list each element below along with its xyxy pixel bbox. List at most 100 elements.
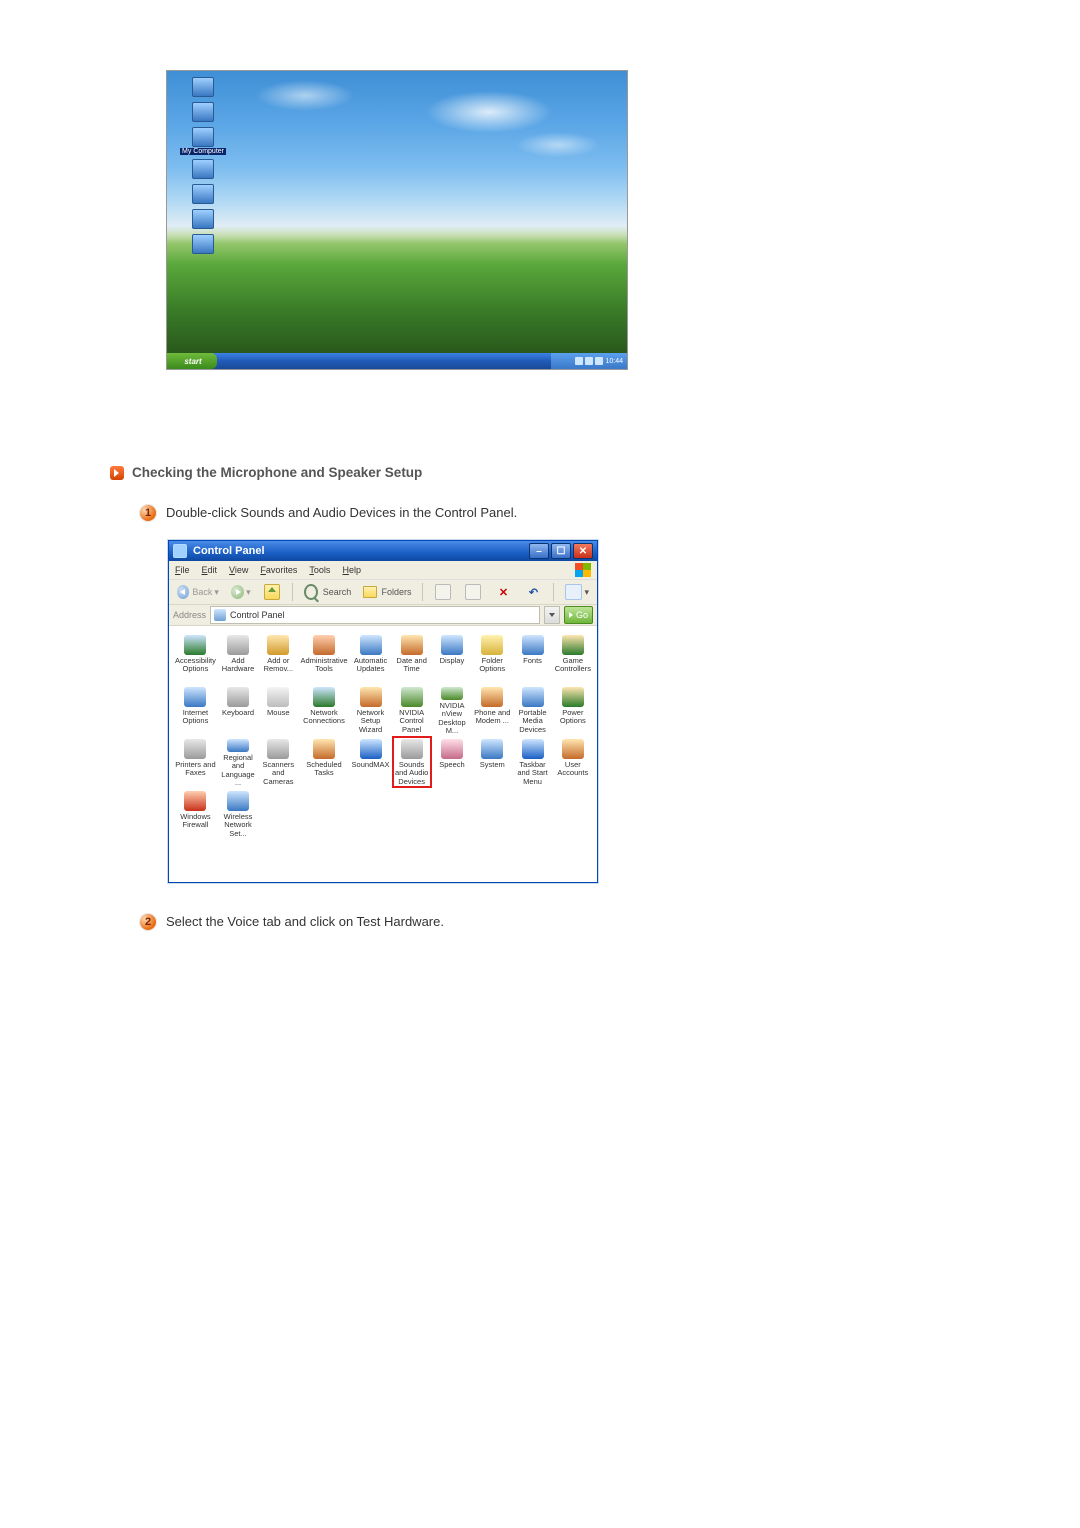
menu-favorites[interactable]: Favorites xyxy=(260,565,297,575)
cp-item-nvidia-nview-desktop-m[interactable]: NVIDIA nView Desktop M... xyxy=(432,684,472,736)
cp-item-portable-media-devices[interactable]: Portable Media Devices xyxy=(512,684,552,736)
desktop-icon[interactable] xyxy=(173,184,233,205)
move-to-icon xyxy=(435,584,451,600)
undo-icon: ↶ xyxy=(529,586,538,599)
cp-item-sounds-and-audio-devices[interactable]: Sounds and Audio Devices xyxy=(392,736,432,788)
cp-item-keyboard[interactable]: Keyboard xyxy=(218,684,258,736)
desktop-icons-column: My Computer xyxy=(173,77,233,255)
cp-item-scheduled-tasks[interactable]: Scheduled Tasks xyxy=(298,736,349,788)
cp-item-system[interactable]: System xyxy=(472,736,512,788)
cp-item-network-setup-wizard[interactable]: Network Setup Wizard xyxy=(350,684,392,736)
cp-item-label: System xyxy=(480,761,505,769)
cp-item-game-controllers[interactable]: Game Controllers xyxy=(553,632,593,684)
taskbar-and-start-menu-icon xyxy=(522,739,544,759)
windows-firewall-icon xyxy=(184,791,206,811)
cp-item-administrative-tools[interactable]: Administrative Tools xyxy=(298,632,349,684)
go-button[interactable]: Go xyxy=(564,606,593,624)
cp-item-taskbar-and-start-menu[interactable]: Taskbar and Start Menu xyxy=(512,736,552,788)
display-icon xyxy=(441,635,463,655)
desktop-icon[interactable] xyxy=(173,102,233,123)
section-bullet-icon xyxy=(110,466,124,480)
desktop-icon-glyph xyxy=(192,234,214,254)
cp-item-label: Mouse xyxy=(267,709,290,717)
cp-item-soundmax[interactable]: SoundMAX xyxy=(350,736,392,788)
cp-item-label: User Accounts xyxy=(555,761,591,778)
move-to-button[interactable] xyxy=(430,583,456,601)
control-panel-icon xyxy=(173,544,187,558)
views-icon xyxy=(565,584,582,600)
cp-item-add-hardware[interactable]: Add Hardware xyxy=(218,632,258,684)
cp-item-label: Date and Time xyxy=(394,657,430,674)
close-button[interactable]: ✕ xyxy=(573,543,593,559)
copy-to-icon xyxy=(465,584,481,600)
cp-item-wireless-network-set[interactable]: Wireless Network Set... xyxy=(218,788,258,840)
game-controllers-icon xyxy=(562,635,584,655)
cp-item-label: Add or Remov... xyxy=(260,657,296,674)
cp-item-add-or-remov[interactable]: Add or Remov... xyxy=(258,632,298,684)
menu-help[interactable]: Help xyxy=(342,565,361,575)
address-label: Address xyxy=(173,610,206,620)
nav-back-button[interactable]: Back ▾ xyxy=(173,583,223,601)
maximize-button[interactable]: ☐ xyxy=(551,543,571,559)
cp-item-fonts[interactable]: Fonts xyxy=(512,632,552,684)
address-dropdown-button[interactable] xyxy=(544,606,560,624)
nvidia-nview-desktop-m-icon xyxy=(441,687,463,700)
wireless-network-set-icon xyxy=(227,791,249,811)
menu-view[interactable]: View xyxy=(229,565,248,575)
cp-item-label: Game Controllers xyxy=(555,657,591,674)
cp-item-regional-and-language[interactable]: Regional and Language ... xyxy=(218,736,258,788)
cp-item-label: Windows Firewall xyxy=(175,813,216,830)
cp-item-label: Folder Options xyxy=(474,657,510,674)
cp-item-date-and-time[interactable]: Date and Time xyxy=(392,632,432,684)
tray-icon xyxy=(575,357,583,365)
menu-file[interactable]: File xyxy=(175,565,190,575)
delete-button[interactable]: ✕ xyxy=(490,583,516,601)
cp-item-accessibility-options[interactable]: Accessibility Options xyxy=(173,632,218,684)
cp-item-windows-firewall[interactable]: Windows Firewall xyxy=(173,788,218,840)
cp-item-automatic-updates[interactable]: Automatic Updates xyxy=(350,632,392,684)
undo-button[interactable]: ↶ xyxy=(520,583,546,601)
nav-forward-button[interactable]: ▾ xyxy=(227,583,255,601)
cp-item-scanners-and-cameras[interactable]: Scanners and Cameras xyxy=(258,736,298,788)
cp-item-label: Sounds and Audio Devices xyxy=(394,761,430,786)
address-field[interactable]: Control Panel xyxy=(210,606,540,624)
views-button[interactable]: ▾ xyxy=(561,583,593,601)
desktop-icon-glyph xyxy=(192,102,214,122)
cp-item-internet-options[interactable]: Internet Options xyxy=(173,684,218,736)
cp-item-mouse[interactable]: Mouse xyxy=(258,684,298,736)
xp-desktop-screenshot: My Computer start 10:44 xyxy=(166,70,628,370)
menu-edit[interactable]: Edit xyxy=(202,565,218,575)
desktop-icon[interactable] xyxy=(173,234,233,255)
cp-item-speech[interactable]: Speech xyxy=(432,736,472,788)
cp-item-user-accounts[interactable]: User Accounts xyxy=(553,736,593,788)
search-button[interactable]: Search xyxy=(300,583,356,601)
nav-up-button[interactable] xyxy=(259,583,285,601)
user-accounts-icon xyxy=(562,739,584,759)
cp-item-printers-and-faxes[interactable]: Printers and Faxes xyxy=(173,736,218,788)
control-panel-window: Control Panel – ☐ ✕ File Edit View Favorite… xyxy=(168,540,598,883)
fonts-icon xyxy=(522,635,544,655)
desktop-icon-glyph xyxy=(192,127,214,147)
cp-item-label: Keyboard xyxy=(222,709,254,717)
toolbar-separator xyxy=(292,583,293,601)
start-button[interactable]: start xyxy=(167,353,217,369)
menu-tools[interactable]: Tools xyxy=(309,565,330,575)
section-heading: Checking the Microphone and Speaker Setu… xyxy=(110,465,970,480)
cp-item-label: Scanners and Cameras xyxy=(260,761,296,786)
cp-item-folder-options[interactable]: Folder Options xyxy=(472,632,512,684)
cp-item-phone-and-modem[interactable]: Phone and Modem ... xyxy=(472,684,512,736)
copy-to-button[interactable] xyxy=(460,583,486,601)
desktop-icon[interactable] xyxy=(173,159,233,180)
titlebar[interactable]: Control Panel – ☐ ✕ xyxy=(169,541,597,561)
folders-button[interactable]: Folders xyxy=(359,583,415,601)
desktop-icon[interactable]: My Computer xyxy=(173,127,233,155)
desktop-icon[interactable] xyxy=(173,77,233,98)
cp-item-label: Wireless Network Set... xyxy=(220,813,256,838)
cp-item-network-connections[interactable]: Network Connections xyxy=(298,684,349,736)
minimize-button[interactable]: – xyxy=(529,543,549,559)
desktop-icon[interactable] xyxy=(173,209,233,230)
cp-item-power-options[interactable]: Power Options xyxy=(553,684,593,736)
cp-item-display[interactable]: Display xyxy=(432,632,472,684)
cp-item-nvidia-control-panel[interactable]: NVIDIA Control Panel xyxy=(392,684,432,736)
cp-item-label: Phone and Modem ... xyxy=(474,709,510,726)
